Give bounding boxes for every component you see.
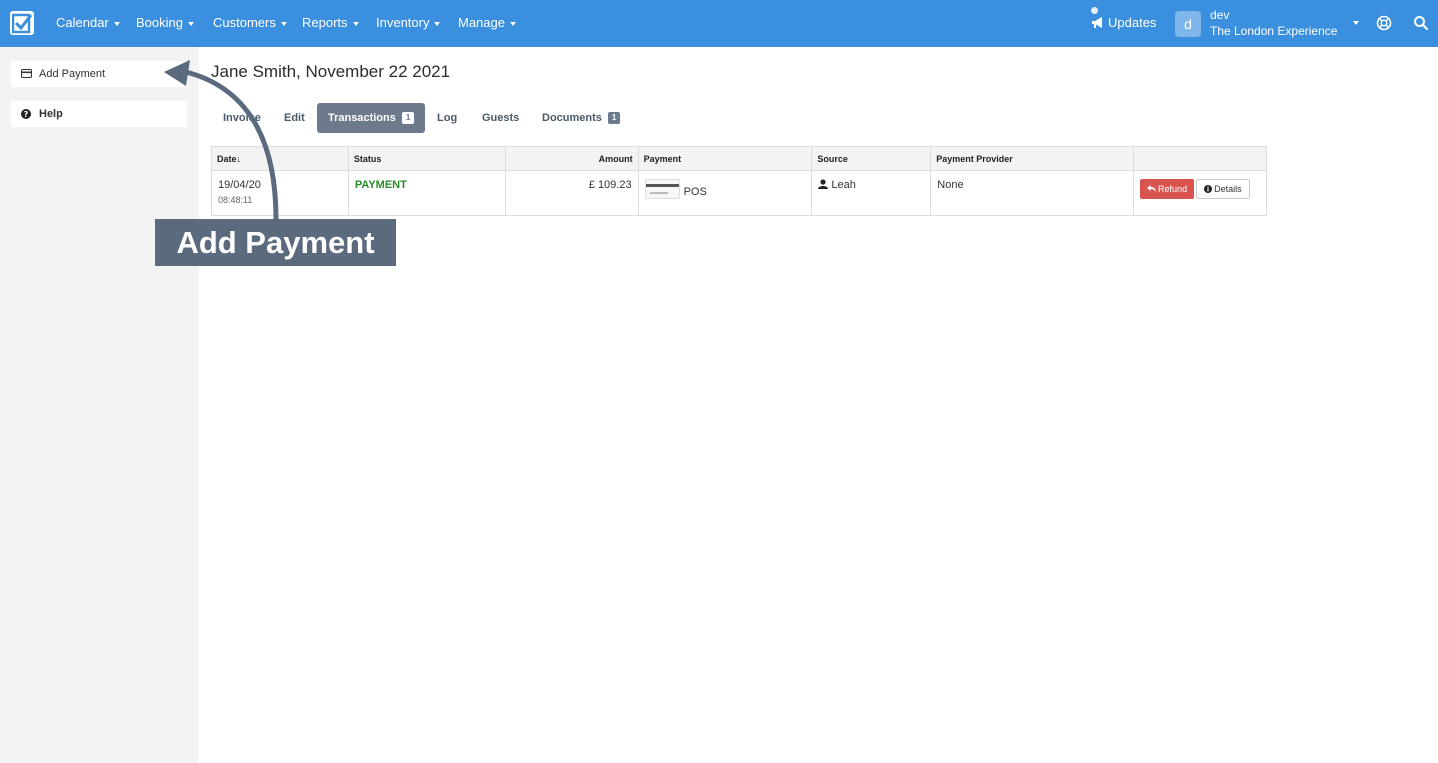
search-icon[interactable] xyxy=(1413,15,1429,31)
col-payment-header: Payment xyxy=(637,146,813,171)
reply-arrow-icon xyxy=(1147,185,1157,192)
tab-log-label: Log xyxy=(437,112,458,124)
tutorial-arrow xyxy=(164,60,279,222)
col-amount-header: Amount xyxy=(504,146,639,171)
user-company[interactable]: The London Experience xyxy=(1210,24,1342,38)
details-label: Details xyxy=(1214,184,1242,194)
cell-source: Leah xyxy=(811,170,932,216)
details-button[interactable]: Details xyxy=(1196,179,1250,199)
col-provider-header: Payment Provider xyxy=(930,146,1135,171)
caret-down-icon xyxy=(509,21,516,26)
tab-documents-label: Documents xyxy=(542,112,602,124)
card-icon xyxy=(644,179,680,199)
tutorial-callout: Add Payment xyxy=(155,219,396,266)
notification-dot xyxy=(1091,7,1098,14)
tab-guests[interactable]: Guests xyxy=(471,103,530,133)
col-actions-header xyxy=(1133,146,1267,171)
payment-method: POS xyxy=(683,186,707,198)
documents-count-badge: 1 xyxy=(607,112,621,124)
refund-label: Refund xyxy=(1158,184,1188,194)
tab-log[interactable]: Log xyxy=(426,103,468,133)
cell-amount: £ 109.23 xyxy=(504,170,639,216)
nav-manage[interactable]: Manage xyxy=(458,15,516,30)
cell-actions: Refund Details xyxy=(1133,170,1267,216)
user-avatar[interactable]: d xyxy=(1175,11,1201,37)
cell-provider: None xyxy=(930,170,1135,216)
user-name[interactable]: dev xyxy=(1210,8,1229,22)
tab-guests-label: Guests xyxy=(482,112,520,124)
user-icon xyxy=(818,179,829,189)
info-circle-icon xyxy=(1204,185,1213,193)
megaphone-icon xyxy=(1092,17,1102,28)
user-menu-caret-icon[interactable] xyxy=(1353,21,1359,25)
refund-button[interactable]: Refund xyxy=(1140,179,1195,199)
source-name: Leah xyxy=(831,179,856,191)
updates-button[interactable]: Updates xyxy=(1091,7,1157,30)
cell-payment: POS xyxy=(637,170,813,216)
updates-label: Updates xyxy=(1108,15,1157,30)
caret-down-icon xyxy=(434,21,441,26)
col-source-header: Source xyxy=(811,146,932,171)
tab-documents[interactable]: Documents 1 xyxy=(531,103,631,133)
help-globe-icon[interactable] xyxy=(1376,15,1392,31)
nav-manage-label: Manage xyxy=(458,15,505,30)
